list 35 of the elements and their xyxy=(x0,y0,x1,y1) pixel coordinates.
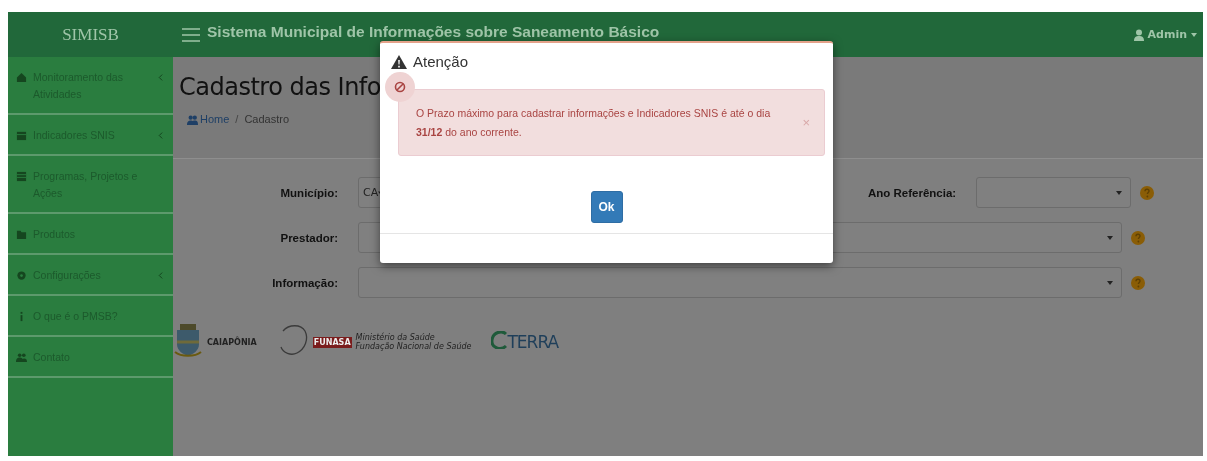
brand-title[interactable]: SIMISB xyxy=(8,24,173,45)
select-field[interactable] xyxy=(976,177,1132,208)
list-icon xyxy=(16,171,27,182)
app-title: Sistema Municipal de Informações sobre Saneamento Básico xyxy=(207,22,660,41)
modal-title: Atenção xyxy=(413,53,469,70)
field-label: Prestador: xyxy=(279,231,339,244)
alert-message: O Prazo máximo para cadastrar informações e Indicadores SNIS é até o dia 31/12 do ano corrente. xyxy=(416,105,772,140)
house-icon xyxy=(16,72,27,83)
help-icon[interactable] xyxy=(1131,230,1145,245)
breadcrumb-link[interactable]: Home xyxy=(187,113,230,125)
select-field[interactable] xyxy=(358,267,1122,298)
logo-text: Ministério da Saúde xyxy=(355,333,436,342)
warning-icon xyxy=(391,54,407,69)
help-icon[interactable] xyxy=(1140,185,1155,200)
user-icon xyxy=(1133,28,1144,41)
people-icon xyxy=(16,352,27,363)
people-icon xyxy=(187,113,198,125)
close-button[interactable]: × xyxy=(802,115,810,130)
folder-icon xyxy=(16,229,27,240)
breadcrumb-separator: / xyxy=(235,113,239,125)
logo-text: Fundação Nacional de Saúde xyxy=(355,342,472,351)
terra-logo: TERRA xyxy=(507,332,559,352)
gear-icon xyxy=(16,270,27,281)
breadcrumb-link[interactable]: Cadastro xyxy=(244,113,290,125)
help-icon[interactable] xyxy=(1131,275,1145,290)
funasa-logo: FUNASA xyxy=(312,336,352,348)
field-label: Ano Referência: xyxy=(867,186,958,199)
calendar-icon xyxy=(16,130,27,141)
field-label: Município: xyxy=(279,186,339,199)
menu-icon[interactable] xyxy=(181,26,201,43)
logo-text: CAIAPÔNIA xyxy=(207,337,257,347)
field-label: Informação: xyxy=(271,276,339,289)
page-title: Cadastro das Info xyxy=(179,73,381,101)
user-menu[interactable]: Admin xyxy=(1133,28,1203,41)
ok-button[interactable]: Ok xyxy=(590,191,623,223)
